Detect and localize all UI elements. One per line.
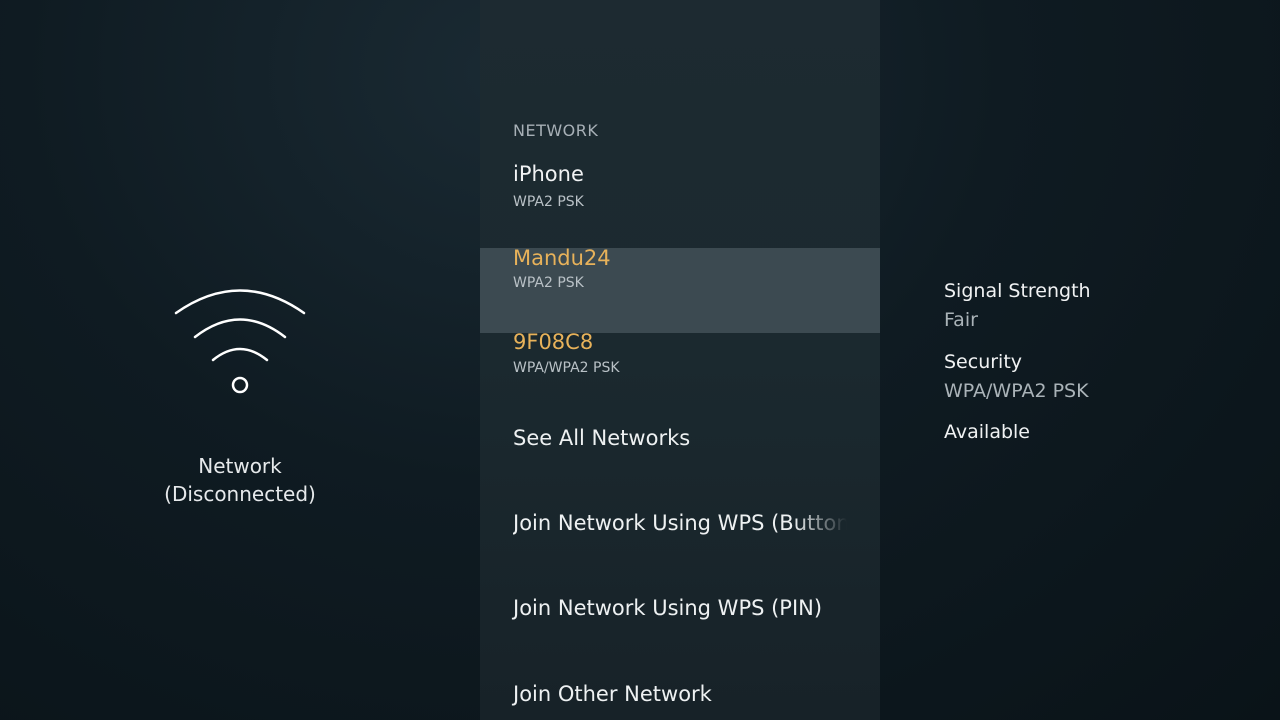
- security-label: Security: [944, 351, 1023, 373]
- wifi-icon: [174, 289, 306, 394]
- network-name: iPhone: [513, 162, 584, 186]
- network-status-label: Network (Disconnected): [0, 452, 480, 508]
- network-details-pane: Signal Strength Fair Security WPA/WPA2 P…: [880, 0, 1280, 720]
- network-name: 9F08C8: [513, 330, 594, 354]
- network-name: Mandu24: [513, 246, 611, 270]
- network-security: WPA2 PSK: [513, 194, 584, 210]
- network-item-9f08c8[interactable]: 9F08C8 WPA/WPA2 PSK: [480, 330, 880, 418]
- join-wps-pin-button[interactable]: Join Network Using WPS (PIN): [513, 596, 822, 620]
- see-all-networks-button[interactable]: See All Networks: [513, 426, 690, 450]
- section-header: NETWORK: [513, 121, 599, 140]
- network-item-iphone[interactable]: iPhone WPA2 PSK: [480, 152, 880, 237]
- network-item-mandu24[interactable]: Mandu24 WPA2 PSK: [480, 246, 880, 333]
- security-value: WPA/WPA2 PSK: [944, 380, 1089, 402]
- signal-strength-value: Fair: [944, 309, 978, 331]
- network-list-pane: NETWORK iPhone WPA2 PSK Mandu24 WPA2 PSK…: [480, 0, 880, 720]
- join-other-network-button[interactable]: Join Other Network: [513, 682, 712, 706]
- network-security: WPA2 PSK: [513, 275, 584, 291]
- signal-strength-label: Signal Strength: [944, 280, 1091, 302]
- network-title: Network: [198, 454, 282, 478]
- network-security: WPA/WPA2 PSK: [513, 360, 620, 376]
- availability-status: Available: [944, 421, 1031, 443]
- join-wps-button-button[interactable]: Join Network Using WPS (Button): [513, 511, 847, 535]
- network-status: (Disconnected): [164, 482, 316, 506]
- network-status-pane: Network (Disconnected): [0, 0, 480, 720]
